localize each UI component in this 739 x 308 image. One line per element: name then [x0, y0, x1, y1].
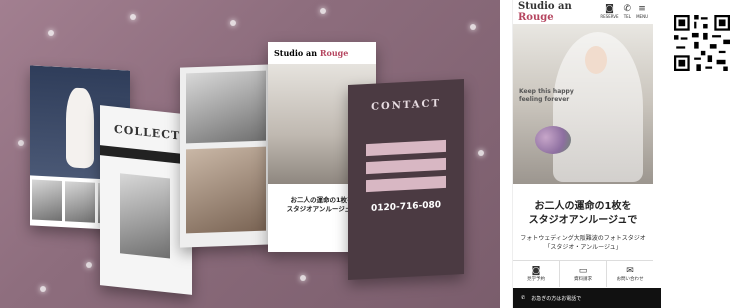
call-bar[interactable]: ✆ お急ぎの方はお電話で: [513, 288, 661, 308]
contact-button: [366, 157, 446, 175]
photo: [186, 70, 266, 144]
mockup-screen-gallery: [180, 64, 272, 248]
nav-brochure[interactable]: ▭ 資料請求: [560, 261, 607, 287]
sparkle: [18, 140, 24, 146]
hero-tagline: Keep this happy feeling forever: [519, 88, 574, 103]
hero-image: Keep this happy feeling forever: [513, 24, 653, 184]
bride-figure: [66, 87, 94, 169]
contact-button: [366, 175, 446, 193]
mobile-header: Studio an Rouge ◙ RESERVE ✆ TEL ≡ MENU: [513, 0, 653, 24]
sparkle: [230, 20, 236, 26]
camera-icon: ◙: [531, 266, 541, 276]
reserve-icon[interactable]: ◙ RESERVE: [600, 5, 618, 20]
sparkle: [478, 150, 484, 156]
page-subtitle: フォトウェディング大阪難波のフォトスタジオ 「スタジオ・アンルージュ」: [520, 235, 646, 251]
sparkle: [470, 24, 476, 30]
photo: [186, 146, 266, 234]
sparkle: [320, 8, 326, 14]
header-icons: ◙ RESERVE ✆ TEL ≡ MENU: [600, 5, 648, 20]
brand-logo: Studio an Rouge: [274, 48, 349, 58]
phone-icon: ✆: [521, 295, 526, 301]
sparkle: [130, 14, 136, 20]
thumbnail: [65, 181, 95, 223]
mockup-screen-contact: CONTACT 0120-716-080: [348, 78, 464, 281]
mobile-preview: Studio an Rouge ◙ RESERVE ✆ TEL ≡ MENU Keep…: [512, 0, 661, 308]
thumbnail: [32, 179, 62, 222]
qr-code: [674, 15, 730, 71]
sparkle: [40, 286, 46, 292]
nav-strip: [100, 145, 192, 165]
mockup-screen-collection: COLLECTION: [100, 105, 192, 295]
book-icon: ▭: [578, 266, 588, 276]
sparkle: [300, 275, 306, 281]
phone-number: 0120-716-080: [370, 200, 442, 214]
tel-icon[interactable]: ✆ TEL: [624, 5, 632, 20]
nav-contact[interactable]: ✉ お問い合わせ: [607, 261, 653, 287]
bottom-nav: ◙ 見学予約 ▭ 資料請求 ✉ お問い合わせ: [513, 260, 653, 287]
sparkle: [86, 262, 92, 268]
menu-icon[interactable]: ≡ MENU: [636, 5, 648, 20]
photo: [120, 173, 170, 259]
sparkle: [48, 30, 54, 36]
contact-heading: CONTACT: [371, 98, 441, 113]
mail-icon: ✉: [626, 266, 634, 276]
bouquet: [535, 126, 571, 154]
bride-face: [585, 46, 607, 74]
page-title: お二人の運命の1枚を スタジオアンルージュで: [528, 201, 638, 226]
contact-button: [366, 139, 446, 157]
hero-mockup-area: COLLECTION Studio an Rouge お二人の運命の1枚を スタジ…: [0, 0, 500, 308]
brand-logo[interactable]: Studio an Rouge: [518, 1, 600, 23]
nav-reserve[interactable]: ◙ 見学予約: [513, 261, 560, 287]
